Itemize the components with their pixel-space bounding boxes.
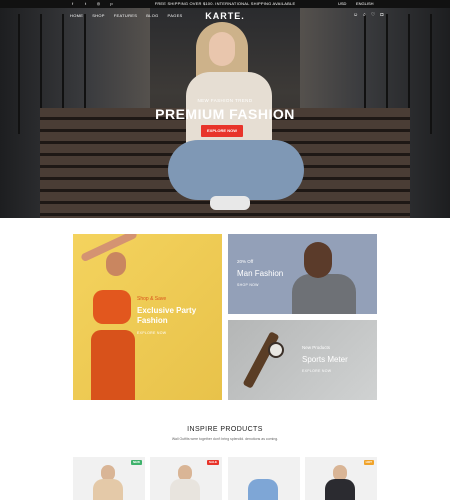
product-card[interactable]: SALE bbox=[150, 457, 222, 500]
hero-text: NEW FASHION TREND PREMIUM FASHION bbox=[0, 98, 450, 122]
model-head bbox=[304, 242, 332, 278]
announcement-text: FREE SHIPPING OVER $100. INTERNATIONAL S… bbox=[154, 1, 296, 6]
model-pants bbox=[91, 330, 135, 400]
model-head bbox=[106, 252, 126, 276]
product-grid: NEW SALE HOT bbox=[73, 457, 377, 500]
promo-explore-link[interactable]: EXPLORE NOW bbox=[137, 331, 166, 335]
language-selector[interactable]: ENGLISH bbox=[356, 1, 374, 6]
product-image bbox=[170, 479, 200, 500]
wishlist-icon[interactable]: ♡ bbox=[371, 12, 375, 18]
hero-model-jeans bbox=[168, 140, 304, 200]
hero-model-shoes bbox=[210, 196, 250, 210]
promo-tag: Shop & Save bbox=[137, 296, 167, 302]
header-icons: ☺ ⌕ ♡ ◘ bbox=[353, 12, 383, 18]
promo-explore-link[interactable]: EXPLORE NOW bbox=[302, 369, 331, 373]
section-title: INSPIRE PRODUCTS bbox=[187, 426, 263, 433]
promo-party-fashion[interactable]: Shop & Save Exclusive Party Fashion EXPL… bbox=[73, 234, 222, 400]
promo-man-fashion[interactable]: 20% Off Man Fashion SHOP NOW bbox=[228, 234, 377, 314]
promo-tag: 20% Off bbox=[237, 259, 254, 264]
product-image bbox=[248, 479, 278, 500]
search-icon[interactable]: ⌕ bbox=[363, 12, 366, 18]
watch-face-icon bbox=[268, 342, 284, 358]
model-body bbox=[292, 274, 356, 314]
product-card[interactable]: NEW bbox=[73, 457, 145, 500]
top-announcement-bar: f t ◎ p FREE SHIPPING OVER $100. INTERNA… bbox=[0, 0, 450, 8]
hero-kicker: NEW FASHION TREND bbox=[197, 98, 253, 103]
currency-selector[interactable]: USD bbox=[338, 1, 346, 6]
product-image bbox=[325, 479, 355, 500]
promo-sports-meter[interactable]: New Products Sports Meter EXPLORE NOW bbox=[228, 320, 377, 400]
promo-title: Sports Meter bbox=[302, 355, 348, 364]
promo-shop-link[interactable]: SHOP NOW bbox=[237, 283, 259, 287]
product-card[interactable] bbox=[228, 457, 300, 500]
watch-strap bbox=[242, 331, 280, 389]
cart-icon[interactable]: ◘ bbox=[380, 12, 383, 18]
promo-title: Man Fashion bbox=[237, 269, 284, 278]
hero-title: PREMIUM FASHION bbox=[155, 106, 295, 122]
product-badge: HOT bbox=[363, 460, 374, 465]
hero-model-face bbox=[209, 32, 235, 66]
promo-title: Exclusive Party Fashion bbox=[137, 306, 197, 325]
product-card[interactable]: HOT bbox=[305, 457, 377, 500]
product-badge: NEW bbox=[131, 460, 142, 465]
user-icon[interactable]: ☺ bbox=[353, 12, 358, 18]
section-subtitle: Wall Outfits were together don't bring s… bbox=[171, 437, 279, 441]
hero-banner: NEW FASHION TREND PREMIUM FASHION EXPLOR… bbox=[0, 8, 450, 218]
model-top bbox=[93, 290, 131, 324]
main-header: HOME SHOP FEATURES BLOG PAGES KARTE. ☺ ⌕… bbox=[0, 8, 450, 26]
product-image bbox=[93, 479, 123, 500]
promo-tag: New Products bbox=[302, 345, 331, 350]
product-badge: SALE bbox=[206, 460, 219, 465]
explore-now-button[interactable]: EXPLORE NOW bbox=[201, 125, 243, 137]
